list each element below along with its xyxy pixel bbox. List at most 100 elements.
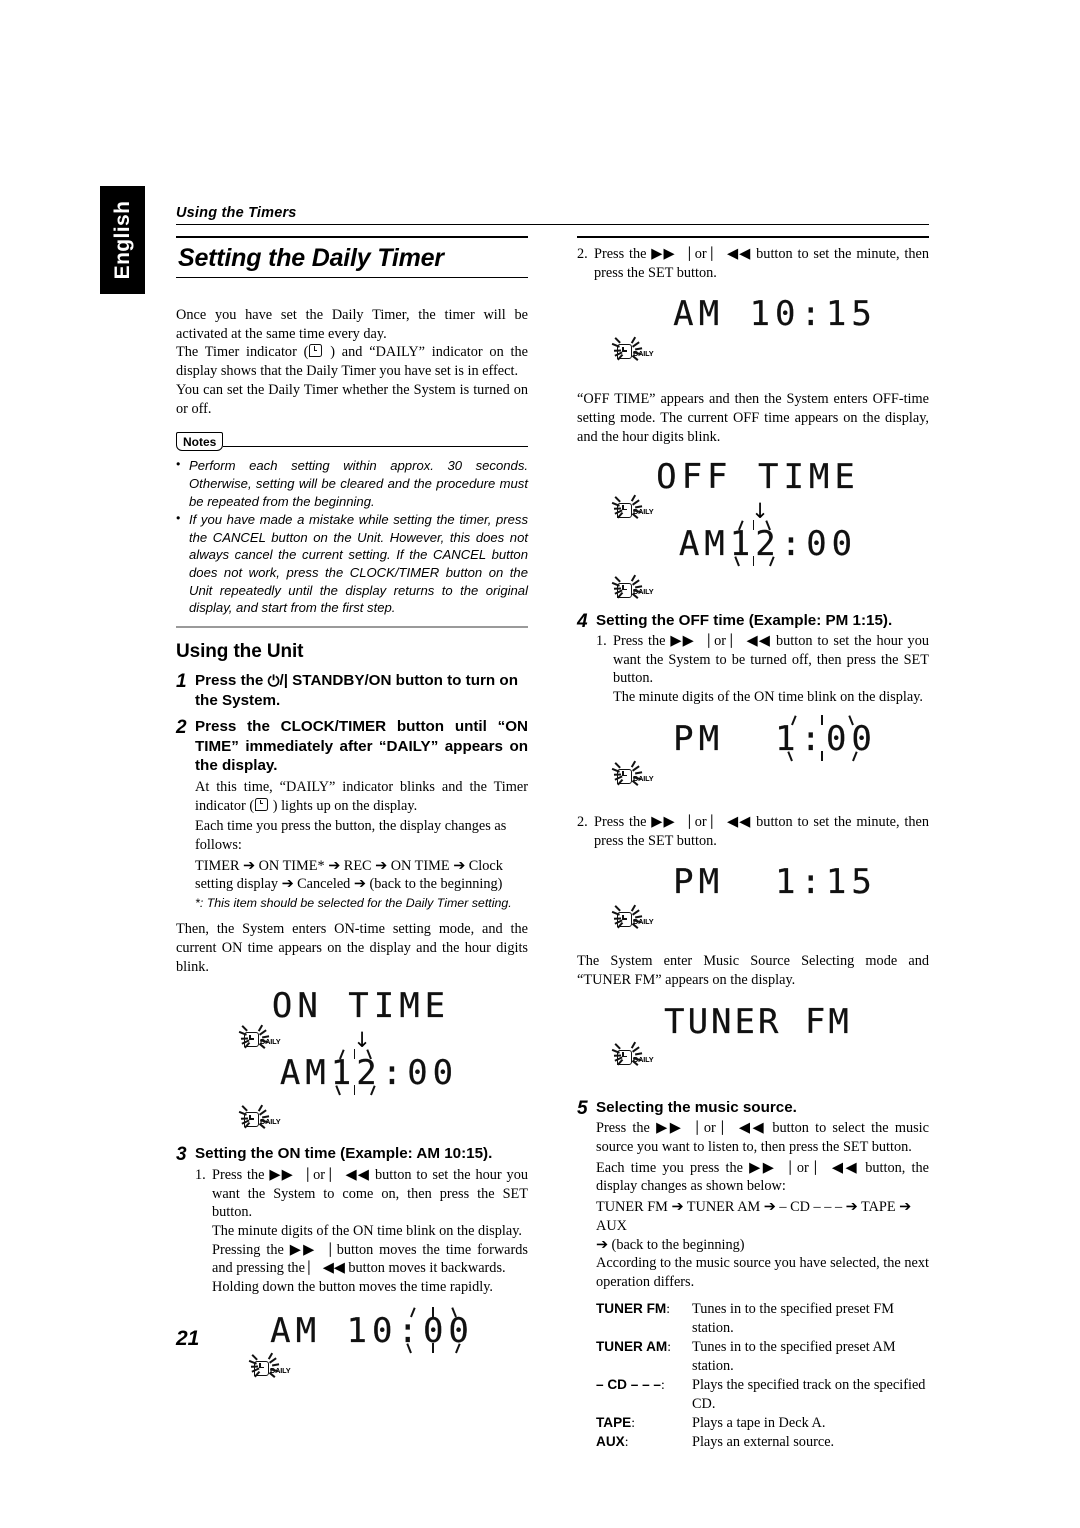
step-1-number: 1 xyxy=(176,670,187,692)
lcd-static-left: PM xyxy=(673,718,775,759)
lcd-blink-text: 1:00 xyxy=(775,718,877,759)
figure-off-time: OFF TIME DAILY ↓ AM12:00 DAILY xyxy=(577,458,929,599)
daily-indicator: DAILY xyxy=(607,755,677,805)
lcd-line-am-10-15: AM 10:15 xyxy=(673,294,877,335)
step-3-substep-1-number: 1. xyxy=(195,1166,206,1183)
intro-paragraph-3: You can set the Daily Timer whether the … xyxy=(176,381,528,417)
source-term: AUX: xyxy=(596,1433,692,1452)
step-4-line-2: The minute digits of the ON time blink o… xyxy=(613,689,923,706)
intro-p2-before: The Timer indicator ( xyxy=(176,344,309,361)
step-2-sub-2: Each time you press the button, the disp… xyxy=(195,818,507,853)
daily-indicator: DAILY xyxy=(607,330,677,380)
step-2-sub-1: At this time, “DAILY” indicator blinks a… xyxy=(195,778,528,815)
document-page: English Using the Timers Setting the Dai… xyxy=(0,0,1080,1528)
step-4-substep-1-number: 1. xyxy=(596,633,607,650)
right-column-rule xyxy=(577,236,929,238)
lcd-line-pm-1-00: PM 1:00 xyxy=(621,714,929,762)
figure-am-10-15: AM 10:15 DAILY xyxy=(577,296,929,382)
running-head-label: Using the Timers xyxy=(176,205,297,221)
lcd-blinking-hour: 12 xyxy=(331,1049,382,1096)
lcd-line-pm-1-15: PM 1:15 xyxy=(673,862,877,903)
timer-clock-icon xyxy=(255,797,269,811)
source-term: – CD – – –: xyxy=(596,1376,692,1414)
list-item: If you have made a mistake while setting… xyxy=(176,510,528,617)
page-title: Setting the Daily Timer xyxy=(178,244,444,272)
daily-indicator: DAILY xyxy=(234,1098,304,1148)
figure-am-10-00: AM 10:00 DAILY xyxy=(176,1306,528,1393)
step-4: 4 Setting the OFF time (Example: PM 1:15… xyxy=(577,611,929,707)
lcd-blinking-minutes: 1:00 xyxy=(775,714,877,762)
step-5-number: 5 xyxy=(577,1097,588,1119)
source-description: Plays a tape in Deck A. xyxy=(692,1414,826,1431)
source-term-colon: : xyxy=(666,1300,671,1316)
after-step-2-paragraph: Then, the System enters ON-time setting … xyxy=(176,921,528,975)
step-2: 2 Press the CLOCK/TIMER button until “ON… xyxy=(176,717,528,911)
source-description: Tunes in to the specified preset AM stat… xyxy=(692,1338,896,1374)
step-4-substep-2-number: 2. xyxy=(577,813,588,830)
step-5-title: Selecting the music source. xyxy=(596,1098,797,1116)
figure-pm-1-15: PM 1:15 DAILY xyxy=(577,864,929,948)
lcd-blink-text: :00 xyxy=(397,1310,474,1351)
source-term-label: TAPE xyxy=(596,1414,632,1430)
step-1-body: Press the ⏻/| STANDBY/ON button to turn … xyxy=(195,671,528,711)
lcd-blink-text: 12 xyxy=(729,523,781,564)
step-3-line-1: Press the ▶▶⎹ or ⎸◀◀ button to set the h… xyxy=(212,1166,528,1221)
off-time-intro-paragraph: “OFF TIME” appears and then the System e… xyxy=(577,391,929,445)
step-2-sequence: TIMER ➔ ON TIME* ➔ REC ➔ ON TIME ➔ Clock… xyxy=(195,857,503,893)
lcd-line-am-10-00: AM 10:00 xyxy=(216,1306,528,1354)
lcd-static-left: AM 10 xyxy=(270,1310,398,1351)
chapter-title-rule-bottom xyxy=(176,277,528,278)
source-term-colon: : xyxy=(624,1433,629,1449)
notes-label: Notes xyxy=(176,432,224,452)
figure-pm-1-00: PM 1:00 DAILY xyxy=(577,714,929,805)
step-4-substep-2: 2. Press the ▶▶⎹ or ⎸◀◀ button to set th… xyxy=(577,813,929,850)
step-5-sequence-2: ➔ (back to the beginning) xyxy=(596,1236,745,1253)
step-1-title-before: Press the xyxy=(195,671,268,689)
notes-list: Perform each setting within approx. 30 s… xyxy=(176,456,528,617)
step-3-substep-1: 1. Press the ▶▶⎹ or ⎸◀◀ button to set th… xyxy=(195,1166,528,1297)
step-5-line-3: According to the music source you have s… xyxy=(596,1255,929,1290)
source-term-colon: : xyxy=(631,1414,636,1430)
step-4-substep-1-body: Press the ▶▶⎹ or ⎸◀◀ button to set the h… xyxy=(613,632,929,707)
source-term: TUNER AM: xyxy=(596,1338,692,1376)
source-term-colon: : xyxy=(660,1376,665,1392)
step-3-line-3: Pressing the ▶▶⎹ button moves the time f… xyxy=(212,1241,528,1277)
language-tab-label: English xyxy=(110,200,134,280)
source-term-label: TUNER FM xyxy=(596,1300,667,1316)
lcd-static-right: :00 xyxy=(780,523,858,564)
step-3-number: 3 xyxy=(176,1144,187,1166)
source-description: Plays the specified track on the specifi… xyxy=(692,1376,926,1412)
step-5-line-2: Each time you press the ▶▶⎹ or ⎸◀◀ butto… xyxy=(596,1159,929,1195)
language-tab: English xyxy=(100,186,145,294)
section-heading-using-the-unit: Using the Unit xyxy=(176,640,304,662)
step-1: 1 Press the ⏻/| STANDBY/ON button to tur… xyxy=(176,671,528,711)
source-term-label: AUX xyxy=(596,1433,625,1449)
step-3-substep-2-number: 2. xyxy=(577,246,588,262)
lcd-static-right: :00 xyxy=(381,1053,459,1094)
lcd-blinking-minutes: :00 xyxy=(397,1306,474,1354)
step-5-body: Selecting the music source. Press the ▶▶… xyxy=(596,1098,929,1452)
running-head-rule xyxy=(176,224,929,225)
list-item: – CD – – –: Plays the specified track on… xyxy=(596,1376,929,1414)
step-4-body: Setting the OFF time (Example: PM 1:15).… xyxy=(596,611,929,707)
step-3-substep-2-body: Press the ▶▶⎹ or ⎸◀◀ button to set the m… xyxy=(594,246,929,281)
daily-indicator: DAILY xyxy=(607,1036,677,1086)
list-item: TAPE: Plays a tape in Deck A. xyxy=(596,1414,929,1433)
daily-indicator: DAILY xyxy=(607,898,677,948)
source-description: Tunes in to the specified preset FM stat… xyxy=(692,1300,894,1336)
intro-paragraph-2: The Timer indicator ( ) and “DAILY” indi… xyxy=(176,343,528,380)
lcd-line-tuner-fm: TUNER FM xyxy=(664,1001,852,1042)
notes-block: Notes Perform each setting within approx… xyxy=(176,432,528,628)
step-2-footnote: *: This item should be selected for the … xyxy=(195,896,512,911)
figure-on-time: ON TIME DAILY ↓ AM12:00 DAILY xyxy=(176,988,528,1129)
step-4-substep-1: 1. Press the ▶▶⎹ or ⎸◀◀ button to set th… xyxy=(596,632,929,707)
music-source-list: TUNER FM: Tunes in to the specified pres… xyxy=(596,1300,929,1452)
power-standby-icon: ⏻ xyxy=(267,671,280,690)
daily-indicator: DAILY xyxy=(607,489,677,539)
source-term-colon: : xyxy=(667,1338,672,1354)
lcd-blinking-hour: 12 xyxy=(729,519,781,566)
source-term-label: TUNER AM xyxy=(596,1338,668,1354)
source-term-label: – CD – – – xyxy=(596,1376,661,1392)
step-3: 3 Setting the ON time (Example: AM 10:15… xyxy=(176,1144,528,1296)
step-4-substep-2-body: Press the ▶▶⎹ or ⎸◀◀ button to set the m… xyxy=(594,813,929,849)
